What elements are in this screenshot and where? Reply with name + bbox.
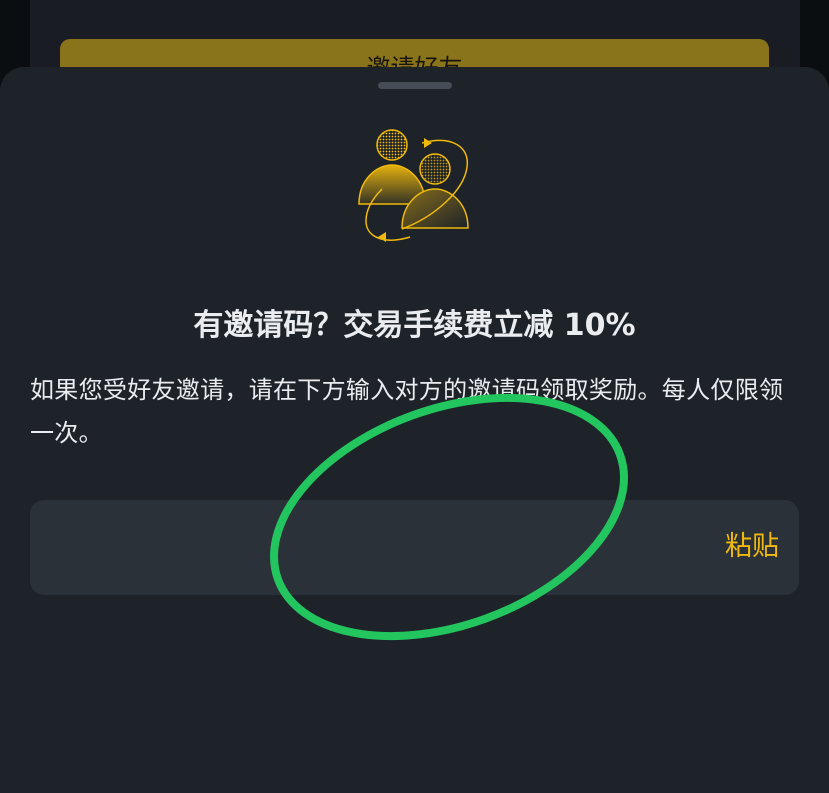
invite-code-bottom-sheet: 有邀请码？交易手续费立减 10% 如果您受好友邀请，请在下方输入对方的邀请码领取… xyxy=(0,67,829,793)
invite-code-description: 如果您受好友邀请，请在下方输入对方的邀请码领取奖励。每人仅限领一次。 xyxy=(30,376,784,447)
paste-button[interactable]: 粘贴 xyxy=(725,529,779,565)
invite-code-input[interactable] xyxy=(54,500,698,597)
invite-code-title: 有邀请码？交易手续费立减 10% xyxy=(193,308,636,343)
invite-friends-icon xyxy=(358,129,469,242)
invite-code-field: 粘贴 xyxy=(30,500,799,597)
drag-handle[interactable] xyxy=(378,82,452,89)
